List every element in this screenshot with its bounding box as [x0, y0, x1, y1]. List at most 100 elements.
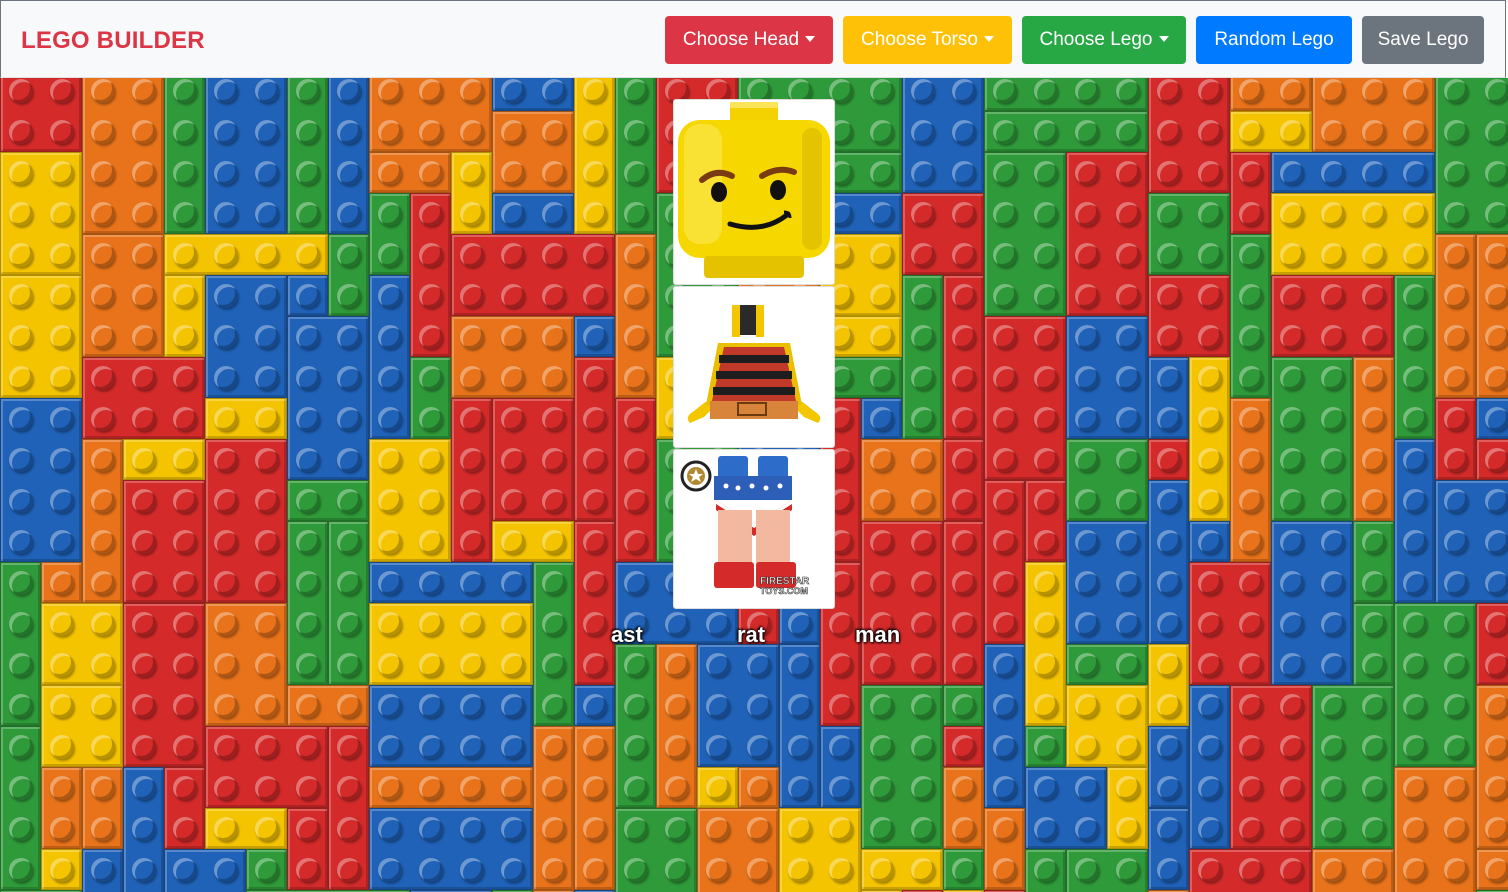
lego-stud: [583, 817, 607, 841]
lego-stud: [9, 161, 33, 185]
lego-stud: [214, 694, 238, 718]
lego-stud: [9, 407, 33, 431]
lego-stud: [829, 858, 853, 882]
lego-brick: [205, 726, 328, 808]
lego-stud: [337, 325, 361, 349]
lego-brick: [1394, 767, 1476, 892]
choose-lego-button[interactable]: Choose Lego: [1022, 16, 1186, 64]
lego-stud: [1198, 653, 1222, 677]
random-lego-button[interactable]: Random Lego: [1196, 16, 1352, 64]
lego-stud: [1403, 120, 1427, 144]
lego-stud: [542, 653, 566, 677]
lego-stud: [1116, 776, 1140, 800]
lego-stud: [1280, 653, 1304, 677]
lego-stud: [1239, 161, 1263, 185]
lego-stud: [1198, 243, 1222, 267]
lego-stud: [1157, 858, 1181, 882]
lego-stud: [624, 79, 648, 103]
lego-stud: [624, 448, 648, 472]
brand-title[interactable]: LEGO BUILDER: [21, 27, 205, 55]
lego-stud: [1485, 653, 1508, 677]
lego-stud: [460, 776, 484, 800]
lego-stud: [583, 571, 607, 595]
lego-stud: [1239, 202, 1263, 226]
lego-stud: [993, 694, 1017, 718]
choose-torso-button[interactable]: Choose Torso: [843, 16, 1012, 64]
lego-stud: [706, 612, 730, 636]
lego-stud: [1321, 817, 1345, 841]
lego-stud: [1485, 735, 1508, 759]
lego-stud: [50, 530, 74, 554]
lego-stud: [1075, 243, 1099, 267]
lego-stud: [911, 776, 935, 800]
lego-stud: [91, 735, 115, 759]
lego-stud: [255, 202, 279, 226]
lego-stud: [1157, 243, 1181, 267]
lego-stud: [1239, 366, 1263, 390]
lego-brick: [205, 275, 287, 398]
lego-stud: [1198, 694, 1222, 718]
lego-stud: [1403, 694, 1427, 718]
lego-stud: [9, 284, 33, 308]
lego-stud: [1444, 325, 1468, 349]
lego-stud: [1116, 612, 1140, 636]
choose-head-button[interactable]: Choose Head: [665, 16, 833, 64]
lego-stud: [173, 735, 197, 759]
lego-stud: [9, 612, 33, 636]
lego-stud: [1280, 694, 1304, 718]
lego-stud: [337, 530, 361, 554]
lego-stud: [706, 653, 730, 677]
lego-stud: [50, 120, 74, 144]
lego-stud: [378, 735, 402, 759]
lego-brick: [369, 193, 410, 275]
lego-stud: [1280, 489, 1304, 513]
lego-stud: [1321, 161, 1345, 185]
lego-stud: [296, 284, 320, 308]
lego-brick: [369, 808, 533, 890]
lego-stud: [337, 284, 361, 308]
lego-stud: [50, 366, 74, 390]
lego-stud: [829, 735, 853, 759]
lego-stud: [870, 571, 894, 595]
lego-stud: [296, 407, 320, 431]
lego-stud: [583, 694, 607, 718]
lego-brick: [1271, 193, 1435, 275]
lego-stud: [419, 407, 443, 431]
lego-stud: [214, 653, 238, 677]
lego-stud: [624, 407, 648, 431]
lego-stud: [1362, 202, 1386, 226]
lego-brick: [984, 808, 1025, 890]
lego-stud: [1075, 161, 1099, 185]
lego-stud: [173, 407, 197, 431]
watermark-line-2: TOYS.COM: [760, 586, 808, 596]
lego-brick: [123, 439, 205, 480]
lego-stud: [1362, 448, 1386, 472]
lego-stud: [1362, 284, 1386, 308]
lego-stud: [214, 79, 238, 103]
lego-stud: [1198, 735, 1222, 759]
lego-brick: [1353, 357, 1394, 521]
lego-stud: [1239, 571, 1263, 595]
lego-brick: [574, 316, 615, 357]
lego-stud: [1403, 489, 1427, 513]
random-lego-label: Random Lego: [1214, 29, 1334, 50]
lego-stud: [1444, 571, 1468, 595]
lego-stud: [460, 612, 484, 636]
lego-brick: [1025, 562, 1066, 726]
lego-stud: [542, 530, 566, 554]
lego-brick: [1148, 808, 1189, 890]
lego-stud: [583, 776, 607, 800]
lego-stud: [1116, 325, 1140, 349]
lego-stud: [132, 653, 156, 677]
lego-stud: [911, 448, 935, 472]
lego-stud: [337, 243, 361, 267]
lego-stud: [952, 366, 976, 390]
lego-stud: [1444, 694, 1468, 718]
lego-stud: [9, 735, 33, 759]
lego-stud: [255, 735, 279, 759]
lego-brick: [697, 767, 738, 808]
save-lego-button[interactable]: Save Lego: [1362, 16, 1484, 64]
lego-stud: [1362, 612, 1386, 636]
lego-stud: [378, 366, 402, 390]
lego-stud: [378, 612, 402, 636]
